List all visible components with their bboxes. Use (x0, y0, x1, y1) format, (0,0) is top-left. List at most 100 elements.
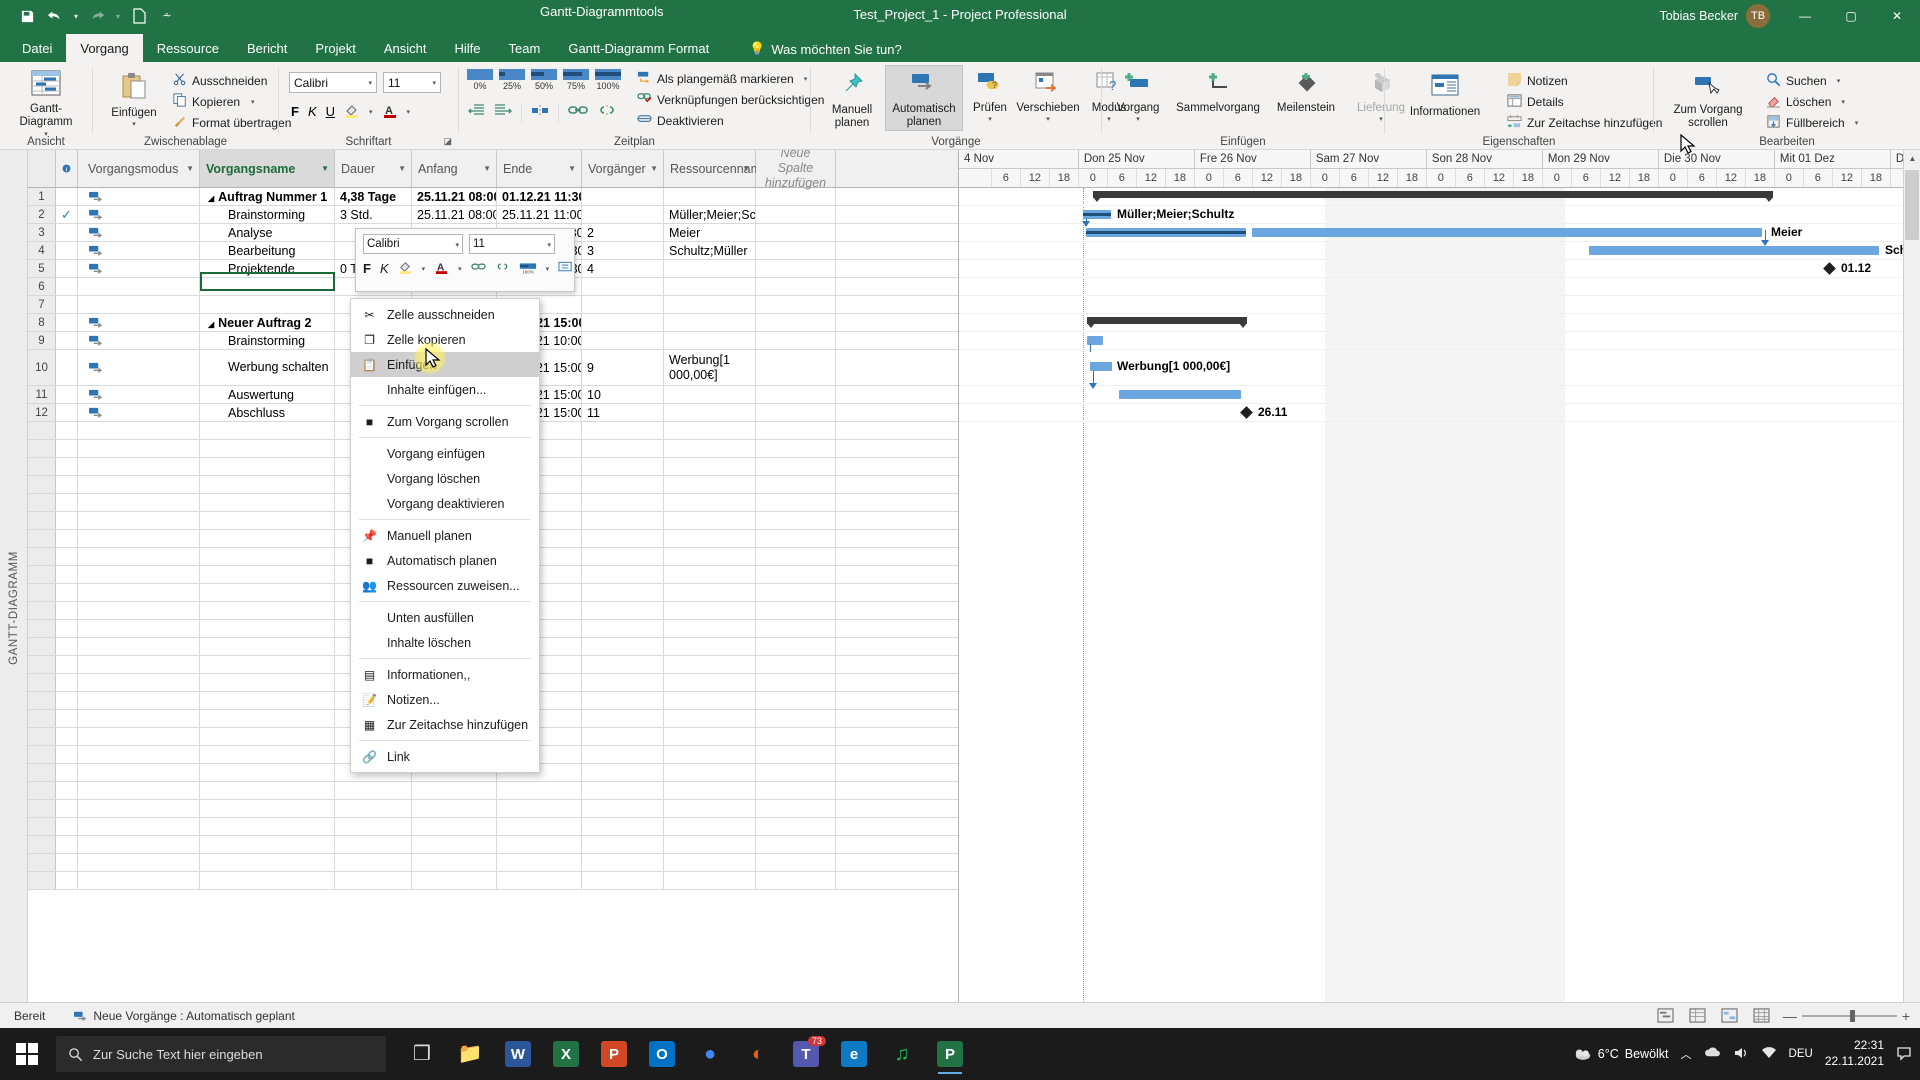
view-gantt-button[interactable] (1655, 1006, 1677, 1025)
row-number[interactable] (28, 566, 56, 583)
cell-vorgangsmodus[interactable] (78, 656, 200, 673)
row-indicator[interactable] (56, 260, 78, 277)
find-dropdown-icon[interactable]: ▾ (1837, 77, 1841, 85)
row-number[interactable] (28, 458, 56, 475)
mini-italic-button[interactable]: K (380, 261, 389, 276)
cell-vorgangsname[interactable] (200, 692, 335, 709)
row-indicator[interactable] (56, 242, 78, 259)
mark-on-track-dropdown-icon[interactable]: ▾ (804, 75, 808, 83)
cell-vorgangsmodus[interactable] (78, 872, 200, 889)
copy-button[interactable]: Kopieren ▾ (173, 91, 291, 112)
cell-vorgaenger[interactable] (582, 728, 664, 745)
row-indicator[interactable] (56, 566, 78, 583)
cell-ressourcennamen[interactable] (664, 620, 756, 637)
cell-neue-spalte[interactable] (756, 278, 836, 295)
add-to-timeline-button[interactable]: Zur Zeitachse hinzufügen (1507, 112, 1662, 133)
taskbar-project-icon[interactable]: P (928, 1032, 972, 1076)
cell-vorgangsname[interactable]: Projektende (200, 260, 335, 277)
row-indicator[interactable] (56, 764, 78, 781)
row-indicator[interactable] (56, 314, 78, 331)
tab-vorgang[interactable]: Vorgang (66, 34, 143, 62)
row-number[interactable]: 12 (28, 404, 56, 421)
format-painter-button[interactable]: Format übertragen (173, 112, 291, 133)
col-header-ressourcennamen[interactable]: Ressourcennam ▼ (664, 150, 761, 187)
bold-button[interactable]: F (291, 104, 299, 119)
cell-vorgangsname[interactable] (200, 494, 335, 511)
cell-ressourcennamen[interactable] (664, 584, 756, 601)
cell-dauer[interactable] (335, 818, 412, 835)
row-number[interactable]: 10 (28, 350, 56, 385)
row-indicator[interactable] (56, 422, 78, 439)
cell-vorgangsmodus[interactable] (78, 602, 200, 619)
cell-vorgangsmodus[interactable] (78, 422, 200, 439)
pct-0-button[interactable]: 0% (467, 69, 493, 91)
cell-anfang[interactable] (412, 782, 497, 799)
cell-vorgangsname[interactable] (200, 710, 335, 727)
context-menu-item-3[interactable]: Inhalte einfügen... (351, 377, 539, 402)
cell-vorgaenger[interactable] (582, 782, 664, 799)
move-dropdown-icon[interactable]: ▾ (1046, 116, 1050, 124)
clear-dropdown-icon[interactable]: ▾ (1841, 98, 1845, 106)
cell-context-menu[interactable]: ✂ Zelle ausschneiden ❐ Zelle kopieren 📋 Einfü… (350, 298, 540, 773)
row-number[interactable]: 5 (28, 260, 56, 277)
cell-vorgangsmodus[interactable] (78, 458, 200, 475)
context-menu-item-15[interactable]: ▦ Zur Zeitachse hinzufügen (351, 712, 539, 737)
cell-neue-spalte[interactable] (756, 620, 836, 637)
close-button[interactable]: ✕ (1874, 0, 1920, 32)
cell-vorgangsname[interactable] (200, 566, 335, 583)
cell-ressourcennamen[interactable] (664, 656, 756, 673)
cell-vorgangsmodus[interactable] (78, 566, 200, 583)
cell-neue-spalte[interactable] (756, 404, 836, 421)
zoom-in-button[interactable]: + (1902, 1008, 1910, 1024)
paste-dropdown-icon[interactable]: ▾ (132, 121, 136, 129)
cell-vorgangsmodus[interactable] (78, 836, 200, 853)
cell-vorgaenger[interactable] (582, 566, 664, 583)
taskbar-word-icon[interactable]: W (496, 1032, 540, 1076)
scroll-to-task-button[interactable]: Zum Vorgang scrollen (1662, 67, 1754, 131)
cell-vorgaenger[interactable] (582, 836, 664, 853)
cell-vorgaenger[interactable] (582, 674, 664, 691)
cell-neue-spalte[interactable] (756, 350, 836, 385)
cell-neue-spalte[interactable] (756, 458, 836, 475)
context-menu-item-5[interactable]: Vorgang einfügen (351, 441, 539, 466)
mini-font-family-dropdown-icon[interactable]: ▾ (455, 241, 459, 249)
cell-neue-spalte[interactable] (756, 818, 836, 835)
pct-25-button[interactable]: 25% (499, 69, 525, 91)
cell-neue-spalte[interactable] (756, 296, 836, 313)
cell-ressourcennamen[interactable] (664, 692, 756, 709)
table-row[interactable]: 2 ✓ Brainstorming 3 Std. 25.11.21 08:00 25.11… (28, 206, 958, 224)
cell-vorgangsmodus[interactable] (78, 350, 200, 385)
cell-vorgangsname[interactable] (200, 584, 335, 601)
row-number[interactable] (28, 836, 56, 853)
col-filter-vorgaenger-icon[interactable]: ▼ (650, 164, 658, 173)
font-size-dropdown-icon[interactable]: ▾ (432, 79, 436, 87)
insert-task-button[interactable]: Vorgang ▾ (1108, 65, 1168, 124)
cell-vorgaenger[interactable]: 9 (582, 350, 664, 385)
cell-vorgangsname[interactable]: Analyse (200, 224, 335, 241)
tab-hilfe[interactable]: Hilfe (441, 34, 495, 62)
cell-ressourcennamen[interactable] (664, 314, 756, 331)
cell-vorgangsmodus[interactable] (78, 386, 200, 403)
cell-ressourcennamen[interactable] (664, 782, 756, 799)
cell-vorgangsname[interactable] (200, 512, 335, 529)
cell-vorgangsname[interactable] (200, 638, 335, 655)
zoom-out-button[interactable]: — (1783, 1008, 1797, 1024)
taskbar-excel-icon[interactable]: X (544, 1032, 588, 1076)
split-task-button[interactable] (531, 102, 549, 123)
cell-vorgaenger[interactable] (582, 512, 664, 529)
zoom-track[interactable] (1801, 1009, 1897, 1022)
cell-vorgaenger[interactable] (582, 854, 664, 871)
cell-vorgangsname[interactable] (200, 800, 335, 817)
cell-vorgangsmodus[interactable] (78, 548, 200, 565)
font-color-button[interactable]: A (382, 102, 398, 121)
row-number[interactable] (28, 548, 56, 565)
respect-links-button[interactable]: Verknüpfungen berücksichtigen (637, 89, 824, 110)
taskbar-spotify-icon[interactable]: ♫ (880, 1032, 924, 1076)
cell-anfang[interactable] (412, 836, 497, 853)
cell-vorgangsname[interactable] (200, 764, 335, 781)
row-number[interactable] (28, 530, 56, 547)
view-resource-sheet-button[interactable] (1751, 1006, 1773, 1025)
row-number[interactable] (28, 584, 56, 601)
insert-task-dropdown-icon[interactable]: ▾ (1136, 116, 1140, 124)
row-number[interactable] (28, 746, 56, 763)
